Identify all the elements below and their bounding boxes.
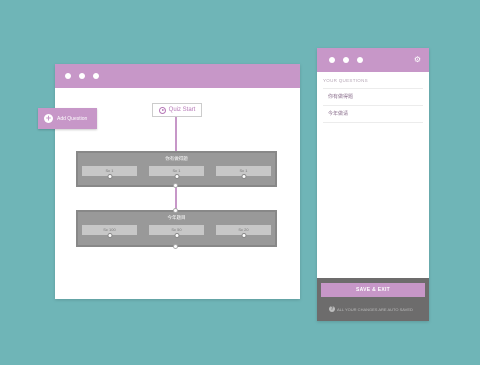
panel-footer: SAVE & EXIT ? ALL YOUR CHANGES ARE AUTO …: [317, 278, 429, 321]
add-question-label: Add Question: [57, 115, 88, 122]
editor-titlebar: [55, 64, 300, 88]
answer-option[interactable]: Sc 1: [216, 166, 271, 179]
play-circle-icon: [158, 106, 166, 114]
quiz-start-node[interactable]: Quiz Start: [152, 103, 202, 117]
question-list: 你有做得题 今年做请: [317, 88, 429, 123]
answer-label: Sc 1: [239, 168, 248, 173]
window-dot-icon[interactable]: [357, 57, 363, 63]
help-icon[interactable]: ?: [329, 306, 335, 312]
autosave-notice: ? ALL YOUR CHANGES ARE AUTO SAVED: [329, 306, 413, 312]
question-list-item[interactable]: 今年做请: [323, 106, 423, 123]
panel-heading: YOUR QUESTIONS: [323, 78, 368, 83]
window-dot-icon[interactable]: [93, 73, 99, 79]
answer-option[interactable]: Sc 1: [149, 166, 204, 179]
answer-option[interactable]: Sc 50: [149, 225, 204, 238]
autosave-text: ALL YOUR CHANGES ARE AUTO SAVED: [337, 306, 413, 312]
window-controls: [329, 57, 363, 63]
answer-row: Sc 100 Sc 50 Sc 20: [82, 225, 271, 238]
question-node[interactable]: 今年题目 Sc 100 Sc 50 Sc 20: [76, 210, 277, 247]
answer-label: Sc 1: [172, 168, 181, 173]
answer-connector-dot[interactable]: [241, 174, 246, 179]
answer-row: Sc 1 Sc 1 Sc 1: [82, 166, 271, 179]
question-title: 今年题目: [167, 215, 186, 220]
node-connector-dot[interactable]: [173, 183, 178, 188]
answer-label: Sc 20: [238, 227, 249, 232]
questions-panel: ⚙ YOUR QUESTIONS 你有做得题 今年做请 SAVE & EXIT …: [317, 48, 429, 321]
connector-start-q1: [175, 117, 177, 153]
answer-label: Sc 100: [103, 227, 116, 232]
answer-connector-dot[interactable]: [107, 233, 112, 238]
window-dot-icon[interactable]: [343, 57, 349, 63]
window-dot-icon[interactable]: [65, 73, 71, 79]
question-list-item[interactable]: 你有做得题: [323, 88, 423, 106]
answer-option[interactable]: Sc 20: [216, 225, 271, 238]
question-node[interactable]: 你有做得题 Sc 1 Sc 1 Sc 1: [76, 151, 277, 187]
panel-titlebar: ⚙: [317, 48, 429, 72]
node-connector-dot[interactable]: [173, 208, 178, 213]
window-dot-icon[interactable]: [79, 73, 85, 79]
answer-connector-dot[interactable]: [174, 174, 179, 179]
answer-connector-dot[interactable]: [174, 233, 179, 238]
save-exit-button[interactable]: SAVE & EXIT: [321, 283, 425, 297]
plus-circle-icon: +: [44, 113, 53, 123]
window-dot-icon[interactable]: [329, 57, 335, 63]
quiz-start-label: Quiz Start: [168, 107, 196, 113]
question-title: 你有做得题: [165, 156, 188, 161]
node-connector-dot[interactable]: [173, 244, 178, 249]
gear-icon[interactable]: ⚙: [414, 56, 421, 64]
window-controls: [65, 73, 99, 79]
answer-label: Sc 1: [105, 168, 114, 173]
answer-connector-dot[interactable]: [241, 233, 246, 238]
answer-option[interactable]: Sc 100: [82, 225, 137, 238]
answer-option[interactable]: Sc 1: [82, 166, 137, 179]
answer-connector-dot[interactable]: [107, 174, 112, 179]
answer-label: Sc 50: [171, 227, 182, 232]
add-question-button[interactable]: + Add Question: [38, 108, 97, 129]
